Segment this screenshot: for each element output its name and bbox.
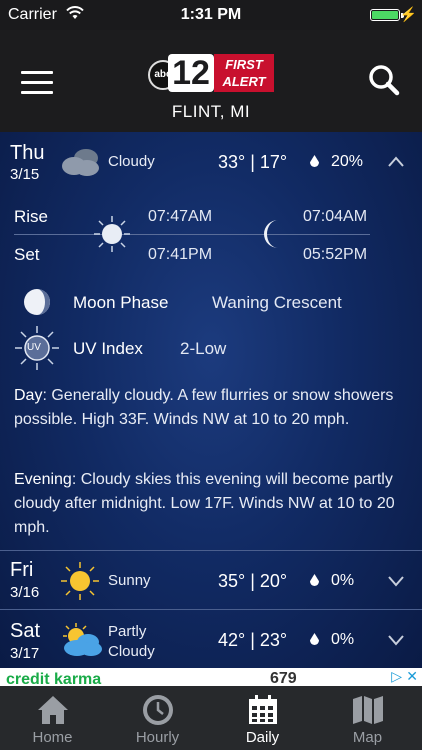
day-name: Fri <box>10 559 34 581</box>
station-logo: abc 12 FIRST ALERT <box>148 52 274 94</box>
day-row[interactable]: Fri 3/16 Sunny 35° | 20° 0% <box>0 551 422 609</box>
uv-index-label: UV Index <box>73 339 143 358</box>
evening-description-text: : Cloudy skies this evening will become … <box>14 471 395 536</box>
rise-label: Rise <box>14 207 49 226</box>
sun-icon <box>94 216 130 252</box>
moon-phase-icon <box>24 289 50 315</box>
ad-banner[interactable]: credit karma 679 ▷ ✕ <box>0 668 422 686</box>
uv-icon-text: UV <box>27 342 41 353</box>
condition-label: Sunny <box>108 572 151 589</box>
day-date: 3/15 <box>10 166 40 183</box>
raindrop-icon <box>310 574 319 586</box>
hi-lo-temps: 33° | 17° <box>218 152 288 172</box>
rise-set-divider <box>14 234 370 235</box>
moon-icon <box>264 220 278 248</box>
day-name: Sat <box>10 620 41 642</box>
evening-description: Evening: Cloudy skies this evening will … <box>14 468 414 540</box>
moon-phase-label: Moon Phase <box>73 293 169 312</box>
tab-home[interactable]: Home <box>0 686 105 750</box>
precip-chance: 20% <box>310 153 363 171</box>
ad-number: 679 <box>270 670 297 686</box>
tab-label: Map <box>352 729 383 746</box>
day-date: 3/17 <box>10 645 40 662</box>
chevron-up-icon[interactable] <box>388 154 404 170</box>
moonrise-time: 07:04AM <box>303 208 368 225</box>
battery-icon <box>370 9 400 21</box>
tab-label: Hourly <box>135 729 180 746</box>
day-row[interactable]: Sat 3/17 Partly Cloudy 42° | 23° 0% <box>0 610 422 668</box>
sunset-time: 07:41PM <box>148 246 213 263</box>
uv-index-value: 2-Low <box>180 339 227 358</box>
precip-chance: 0% <box>310 631 354 649</box>
partly-cloudy-icon <box>63 623 102 656</box>
day-name: Thu <box>10 142 45 164</box>
tab-label: Daily <box>245 729 280 746</box>
hi-lo-temps: 42° | 23° <box>218 630 288 650</box>
moonset-time: 05:52PM <box>303 246 368 263</box>
map-icon <box>353 696 383 724</box>
day-description: Day: Generally cloudy. A few flurries or… <box>14 384 414 432</box>
evening-description-label: Evening <box>14 471 72 488</box>
app-header: abc 12 FIRST ALERT FLINT, MI <box>0 30 422 132</box>
first-alert-badge: FIRST ALERT <box>214 54 274 92</box>
sunny-icon <box>61 562 99 600</box>
channel-number: 12 <box>168 54 214 92</box>
raindrop-icon <box>310 633 319 645</box>
ad-close-icon[interactable]: ✕ <box>406 668 418 685</box>
clock-time: 1:31 PM <box>180 6 242 23</box>
precip-chance: 0% <box>310 572 354 590</box>
clock-icon <box>143 695 173 725</box>
day-row-expanded[interactable]: Thu 3/15 Cloudy 33° | 17° 20% Rise Set 0… <box>0 132 422 550</box>
tab-hourly[interactable]: Hourly <box>105 686 210 750</box>
hamburger-menu-icon[interactable] <box>21 71 53 94</box>
condition-label: Cloudy <box>108 153 155 170</box>
hi-lo-temps: 35° | 20° <box>218 571 288 591</box>
condition-label: Partly Cloudy <box>108 623 155 660</box>
moon-phase-value: Waning Crescent <box>212 293 342 312</box>
day-description-text: : Generally cloudy. A few flurries or sn… <box>14 387 394 428</box>
status-bar: Carrier 1:31 PM ⚡ <box>0 0 422 30</box>
day-description-label: Day <box>14 387 43 404</box>
sunrise-time: 07:47AM <box>148 208 213 225</box>
calendar-icon <box>249 695 277 724</box>
location-label: FLINT, MI <box>171 102 251 121</box>
raindrop-icon <box>310 155 319 167</box>
chevron-down-icon[interactable] <box>388 573 404 589</box>
tab-map[interactable]: Map <box>315 686 420 750</box>
tab-bar: Home Hourly Daily Map <box>0 686 422 750</box>
home-icon <box>38 696 68 724</box>
ad-choices-icon[interactable]: ▷ <box>391 668 402 685</box>
search-icon[interactable] <box>368 64 400 96</box>
charging-icon: ⚡ <box>399 6 417 22</box>
ad-text: credit karma <box>6 671 102 686</box>
set-label: Set <box>14 245 40 264</box>
day-date: 3/16 <box>10 584 40 601</box>
chevron-down-icon[interactable] <box>388 632 404 648</box>
cloudy-icon <box>62 149 99 176</box>
tab-daily[interactable]: Daily <box>210 686 315 750</box>
daily-forecast-list: Thu 3/15 Cloudy 33° | 17° 20% Rise Set 0… <box>0 132 422 682</box>
tab-label: Home <box>32 729 73 746</box>
